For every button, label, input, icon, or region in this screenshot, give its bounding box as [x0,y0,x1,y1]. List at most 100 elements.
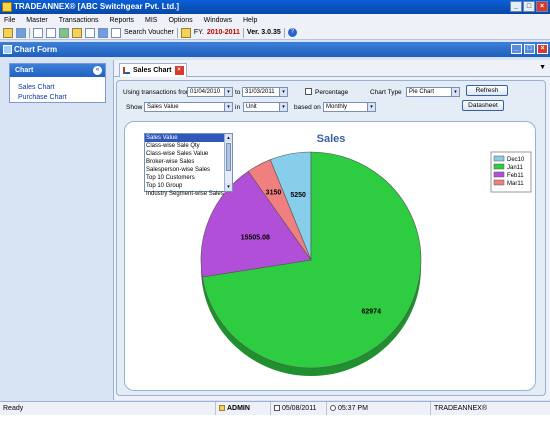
show-value: Sales Value [147,104,179,110]
based-on-select[interactable]: Monthly ▾ [323,102,376,112]
sidebar-item-sales-chart[interactable]: Sales Chart [10,84,105,91]
chart-form-area: Using transactions from 01/04/2010 ▾ to … [116,80,546,396]
unit-value: Unit [246,104,257,110]
search-icon[interactable] [111,27,121,38]
legend-label-dec10: Dec10 [507,157,525,163]
minimize-button[interactable]: _ [510,1,522,12]
toolbar-separator [176,27,178,38]
legend-label-mar11: Mar11 [507,181,524,187]
show-label: Show [126,104,143,111]
status-bar: Ready ADMIN 05/08/2011 05:37 PM TRADEANN… [0,401,550,415]
menu-mis[interactable]: MIS [145,17,157,24]
pie-slices [200,151,422,369]
form-close-button[interactable]: × [537,44,548,54]
using-transactions-label: Using transactions from [123,89,192,96]
pie-value-label-mar11: 3150 [266,190,282,197]
scroll-thumb[interactable] [226,143,231,171]
tab-close-icon[interactable]: × [174,66,184,75]
status-product-cell: TRADEANNEX® [430,402,498,415]
list-icon[interactable] [46,27,56,38]
fy-value: 2010-2011 [206,29,240,36]
chevron-down-icon[interactable]: ▾ [224,103,232,111]
version-label: Ver. 3.0.35 [246,29,281,36]
status-date: 05/08/2011 [281,405,317,412]
tab-menu-arrow-icon[interactable]: ▼ [539,64,546,71]
scroll-down-icon[interactable]: ▾ [225,183,232,191]
dropdown-option-top-10-group[interactable]: Top 10 Group [145,182,225,190]
chevron-down-icon[interactable]: ▾ [279,103,287,111]
sidebar-header-label: Chart [15,67,34,74]
menu-transactions[interactable]: Transactions [59,17,99,24]
chevron-down-icon[interactable]: ▾ [451,88,459,96]
sidebar-item-purchase-chart[interactable]: Purchase Chart [10,94,105,101]
notes-icon[interactable] [72,27,82,38]
from-date-field[interactable]: 01/04/2010 ▾ [187,87,233,97]
chart-form-titlebar: Chart Form _ □ × [0,42,550,57]
main-panel: Sales Chart × ▼ Using transactions from … [113,60,550,400]
show-dropdown-list: Sales Value Class-wise Sale Qty Class-wi… [144,133,233,197]
fy-label: FY. [193,29,204,36]
collapse-icon[interactable]: « [93,66,102,75]
save-icon[interactable] [16,27,26,38]
chart-title: Sales [317,133,346,145]
dropdown-option-class-wise-sale-qty[interactable]: Class-wise Sale Qty [145,142,225,150]
refresh-button[interactable]: Refresh [466,85,508,96]
menu-reports[interactable]: Reports [110,17,135,24]
dropdown-option-industry-segment-wise-sales[interactable]: Industry Segment-wise Sales [145,190,225,198]
tab-label: Sales Chart [133,67,172,74]
user-icon [219,405,225,412]
open-folder-icon[interactable] [3,27,13,38]
app-titlebar: TRADEANNEX® [ABC Switchgear Pvt. Ltd.] _… [0,0,550,14]
maximize-button[interactable]: □ [523,1,535,12]
status-time-cell: 05:37 PM [326,402,380,415]
based-on-label: based on [294,104,321,111]
menu-master[interactable]: Master [26,17,47,24]
to-date-field[interactable]: 31/03/2011 ▾ [242,87,288,97]
percentage-checkbox[interactable] [305,88,312,95]
dropdown-option-top-10-customers[interactable]: Top 10 Customers [145,174,225,182]
chart-form-title: Chart Form [14,45,58,54]
toolbar-separator [29,27,30,38]
help-icon[interactable]: ? [287,28,297,37]
dropdown-scrollbar[interactable]: ▴ ▾ [224,134,232,191]
from-date-value: 01/04/2010 [190,89,221,95]
legend-swatch-dec10 [493,155,505,162]
legend-swatch-feb11 [493,171,505,178]
menu-windows[interactable]: Windows [204,17,232,24]
status-date-cell: 05/08/2011 [270,402,326,415]
to-label: to [235,89,241,96]
chevron-down-icon[interactable]: ▾ [367,103,375,111]
show-select[interactable]: Sales Value ▾ [144,102,233,112]
chart-type-select[interactable]: Pie Chart ▾ [406,87,460,97]
status-time: 05:37 PM [337,405,368,412]
calendar-icon [274,405,280,412]
form-minimize-button[interactable]: _ [511,44,522,54]
unit-select[interactable]: Unit ▾ [243,102,288,112]
chart-type-value: Pie Chart [409,89,435,95]
menu-help[interactable]: Help [243,17,257,24]
close-button[interactable]: × [536,1,548,12]
grid-icon[interactable] [33,27,43,38]
legend-label-feb11: Feb11 [507,173,524,179]
report-icon[interactable] [85,27,95,38]
status-product: TRADEANNEX® [434,405,487,412]
chevron-down-icon[interactable]: ▾ [224,88,232,96]
calculator-icon[interactable] [59,27,69,38]
scroll-up-icon[interactable]: ▴ [225,134,232,142]
menu-bar: File Master Transactions Reports MIS Opt… [0,14,550,26]
form-maximize-button[interactable]: □ [524,44,535,54]
tab-sales-chart[interactable]: Sales Chart × [119,63,187,77]
datasheet-button[interactable]: Datasheet [462,100,504,111]
menu-options[interactable]: Options [168,17,192,24]
dropdown-option-salesperson-wise-sales[interactable]: Salesperson-wise Sales [145,166,225,174]
sidebar-header: Chart « [10,64,105,77]
search-voucher-button[interactable]: Search Voucher [124,29,174,36]
print-icon[interactable] [98,27,108,38]
dropdown-option-class-wise-sales-value[interactable]: Class-wise Sales Value [145,150,225,158]
dropdown-option-sales-value[interactable]: Sales Value [145,134,225,142]
menu-file[interactable]: File [4,17,15,24]
chevron-down-icon[interactable]: ▾ [279,88,287,96]
dropdown-option-broker-wise-sales[interactable]: Broker-wise Sales [145,158,225,166]
calendar-icon [180,27,191,38]
legend-label-jan11: Jan11 [507,165,524,171]
